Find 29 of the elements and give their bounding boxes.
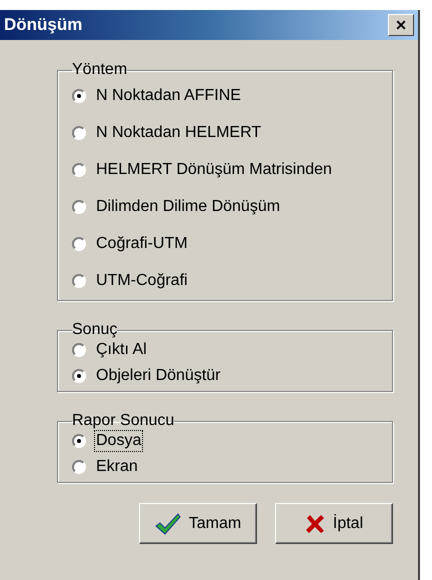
radio-button[interactable] bbox=[72, 434, 86, 448]
radio-button[interactable] bbox=[72, 89, 86, 103]
option-label[interactable]: Dilimden Dilime Dönüşüm bbox=[95, 197, 282, 217]
close-button[interactable]: × bbox=[388, 14, 414, 36]
option-label[interactable]: Dosya bbox=[95, 431, 142, 451]
radio-button[interactable] bbox=[72, 200, 86, 214]
group-title: Rapor Sonucu bbox=[72, 412, 174, 430]
cross-icon bbox=[304, 514, 325, 534]
option-label[interactable]: N Noktadan AFFINE bbox=[95, 86, 242, 106]
radio-button[interactable] bbox=[72, 274, 86, 288]
radio-button[interactable] bbox=[72, 237, 86, 251]
option-label[interactable]: UTM-Coğrafi bbox=[95, 271, 189, 291]
radio-button[interactable] bbox=[72, 126, 86, 140]
cancel-button[interactable]: İptal bbox=[275, 503, 393, 544]
option-label[interactable]: N Noktadan HELMERT bbox=[95, 123, 262, 143]
check-icon bbox=[154, 512, 181, 534]
option-label[interactable]: Ekran bbox=[95, 457, 139, 477]
option-label[interactable]: Çıktı Al bbox=[95, 340, 148, 360]
window-title: Dönüşüm bbox=[4, 15, 82, 35]
group-title: Yöntem bbox=[72, 61, 128, 79]
radio-button[interactable] bbox=[72, 460, 86, 474]
option-label[interactable]: Objeleri Dönüştür bbox=[95, 366, 222, 386]
radio-button[interactable] bbox=[72, 343, 86, 357]
option-label[interactable]: Coğrafi-UTM bbox=[95, 234, 189, 254]
option-label[interactable]: HELMERT Dönüşüm Matrisinden bbox=[95, 160, 333, 180]
group-title: Sonuç bbox=[72, 321, 118, 339]
ok-button[interactable]: Tamam bbox=[139, 503, 257, 544]
radio-button[interactable] bbox=[72, 369, 86, 383]
radio-button[interactable] bbox=[72, 163, 86, 177]
